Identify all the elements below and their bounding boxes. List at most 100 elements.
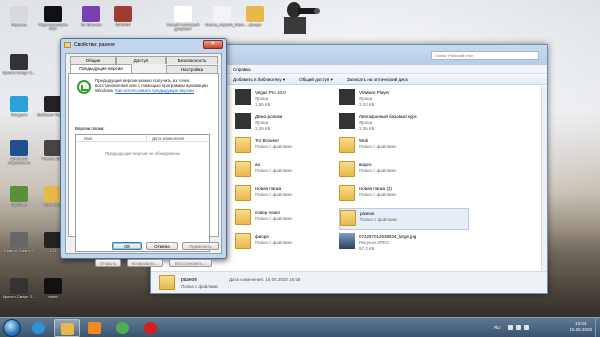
taskbar-media-player-button[interactable]: [82, 319, 108, 337]
file-item[interactable]: VMware Player Ярлык 2,03 КБ: [339, 88, 469, 110]
properties-dialog[interactable]: Свойства: разное ✕ Общие Доступ Безопасн…: [60, 38, 227, 267]
cancel-button[interactable]: Отмена: [146, 242, 178, 250]
taskbar-explorer-button[interactable]: [54, 319, 80, 337]
file-name: повер поинт: [255, 210, 281, 215]
file-type: Ярлык: [255, 120, 269, 125]
details-pane: разное Дата изменения: 15.06.2020 16:58 …: [151, 271, 547, 293]
menu-help[interactable]: Справка: [233, 67, 251, 72]
desktop-icon[interactable]: Крипто Смарт 2...: [2, 54, 36, 75]
tab-general[interactable]: Общие: [70, 56, 116, 64]
folder-icon: [235, 233, 251, 249]
dialog-titlebar[interactable]: Свойства: разное ✕: [61, 39, 226, 51]
desktop-icon[interactable]: Крипто Смарт 2...: [2, 278, 36, 299]
desktop-icon[interactable]: Смена_пароля_Mem...: [205, 6, 247, 27]
system-tray: RU 13:04 15.06.2020: [490, 318, 600, 337]
app-icon: [114, 6, 132, 22]
versions-list[interactable]: Имя Дата изменения Предыдущие версии не …: [75, 134, 210, 252]
ok-button[interactable]: ОК: [112, 242, 142, 250]
burn-disc-button[interactable]: Записать на оптический диск: [347, 74, 408, 84]
folder-icon: [339, 185, 355, 201]
app-icon: [10, 232, 28, 248]
start-button[interactable]: [3, 319, 21, 337]
file-type: Папка с файлами: [359, 144, 396, 149]
file-item[interactable]: видео Папка с файлами: [339, 160, 469, 182]
tab-sharing[interactable]: Доступ: [116, 56, 166, 64]
restore-button[interactable]: Восстановить...: [169, 259, 212, 267]
language-indicator[interactable]: RU: [494, 325, 501, 330]
file-item[interactable]: 074257012638834_large.jpg Рисунок JPEG 97,…: [339, 232, 469, 254]
desktop-icon-label: Штатный Справочник: [8, 156, 30, 166]
file-size: 2,29 КБ: [255, 126, 271, 131]
file-name: Лингафонный базовый курс: [359, 114, 417, 119]
file-item[interactable]: разное Папка с файлами: [339, 208, 469, 230]
folder-icon: [64, 42, 71, 48]
taskbar-opera-button[interactable]: [138, 319, 164, 337]
shortcut-icon: [339, 89, 355, 105]
file-type: Папка с файлами: [255, 240, 292, 245]
desktop-icon[interactable]: фиора: [238, 6, 272, 27]
column-name[interactable]: Имя: [84, 136, 92, 141]
desktop-icon[interactable]: WinRAR: [106, 6, 140, 27]
share-button[interactable]: Общий доступ ▾: [299, 74, 333, 84]
column-date[interactable]: Дата изменения: [152, 136, 184, 141]
app-icon: [82, 6, 100, 22]
open-button[interactable]: Открыть: [95, 259, 121, 267]
flag-icon[interactable]: [524, 325, 529, 330]
file-list[interactable]: Vegas Pro 10.0 Ярлык 1,86 КБ VMware Player Я…: [231, 86, 539, 271]
file-type: Ярлык: [359, 120, 373, 125]
media-player-icon: [88, 322, 101, 334]
add-to-library-button[interactable]: Добавить в библиотеку ▾: [233, 74, 285, 84]
desktop-icon[interactable]: Переименовать PDF: [36, 6, 70, 32]
empty-message: Предыдущие версии не обнаружены: [104, 151, 181, 156]
folder-icon: [340, 210, 356, 226]
file-type: Папка с файлами: [360, 217, 397, 222]
file-item[interactable]: Wub Папка с файлами: [339, 136, 469, 158]
desktop-icon[interactable]: Штатный Справочник: [2, 140, 36, 166]
dialog-body: Общие Доступ Безопасность Предыдущие вер…: [65, 53, 222, 267]
file-type: Папка с файлами: [255, 192, 292, 197]
volume-icon[interactable]: [516, 325, 521, 330]
desktop-icon-label: video: [48, 294, 58, 299]
desktop-icon[interactable]: Telegram: [2, 96, 36, 117]
tab-previous-versions[interactable]: Предыдущие версии: [70, 64, 132, 73]
taskbar-internet-explorer-button[interactable]: [26, 319, 52, 337]
file-name: Новая папка: [255, 186, 282, 191]
network-icon[interactable]: [508, 325, 513, 330]
desktop-icon[interactable]: Пробник: [2, 186, 36, 207]
copy-button[interactable]: Копировать...: [127, 259, 163, 267]
apply-button[interactable]: Применить: [182, 242, 219, 250]
shortcut-icon: [339, 113, 355, 129]
show-desktop-button[interactable]: [595, 318, 600, 337]
taskbar-chrome-button[interactable]: [110, 319, 136, 337]
tab-customize[interactable]: Настройка: [166, 65, 218, 73]
clock[interactable]: 13:04 15.06.2020: [569, 321, 592, 333]
vertical-scrollbar[interactable]: [541, 86, 547, 271]
file-type: Рисунок JPEG: [359, 240, 389, 245]
how-to-use-link[interactable]: Как использовать предыдущие версии: [115, 88, 194, 93]
close-button[interactable]: ✕: [203, 40, 223, 49]
tab-security[interactable]: Безопасность: [166, 56, 218, 64]
file-name: разное: [360, 211, 375, 216]
clock-date: 15.06.2020: [569, 327, 592, 332]
app-icon: [10, 278, 28, 294]
file-item[interactable]: Лингафонный базовый курс Ярлык 2,36 КБ: [339, 112, 469, 134]
search-input[interactable]: Поиск: Рабочий стол: [431, 51, 539, 60]
app-icon: [10, 54, 28, 70]
desktop-icon[interactable]: Корзина: [2, 6, 36, 27]
desktop-icon[interactable]: Новый текстовый документ: [166, 6, 200, 32]
taskbar: RU 13:04 15.06.2020: [0, 317, 600, 337]
file-item[interactable]: Новая папка (2) Папка с файлами: [339, 184, 469, 206]
internet-explorer-icon: [32, 322, 45, 334]
column-separator[interactable]: [146, 135, 147, 141]
desktop-icon[interactable]: video: [36, 278, 70, 299]
app-icon: [44, 278, 62, 294]
opera-icon: [144, 322, 157, 334]
desktop-icon[interactable]: Крипто Смарт 2: [2, 232, 36, 253]
file-name: Новая папка (2): [359, 186, 392, 191]
restore-icon: [77, 80, 91, 94]
folder-icon: [339, 161, 355, 177]
chrome-icon: [116, 322, 129, 334]
folder-icon: [235, 137, 251, 153]
desktop-icon[interactable]: Tor Browser: [74, 6, 108, 27]
desktop-icon-label: Пробник: [11, 202, 27, 207]
